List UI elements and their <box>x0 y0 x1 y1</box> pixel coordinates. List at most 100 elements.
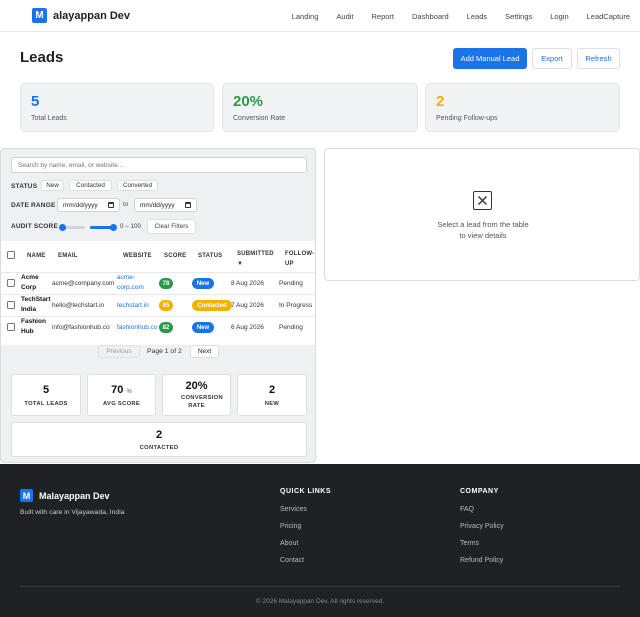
clear-filters-button[interactable]: Clear Filters <box>147 219 196 234</box>
column-header-status[interactable]: STATUS <box>198 253 222 259</box>
next-page-button[interactable]: Next <box>190 345 219 358</box>
followup-status: Pending <box>279 280 303 287</box>
status-chip-new[interactable]: New <box>41 180 64 191</box>
quick-links-heading: QUICK LINKS <box>280 488 331 495</box>
page-title: Leads <box>20 49 64 66</box>
stat-card-pending-followups: 2 Pending Follow-ups <box>425 83 620 132</box>
calendar-icon <box>108 202 114 208</box>
empty-state-message: Select a lead from the table to view det… <box>325 219 640 241</box>
lead-email: info@fashionhub.co <box>52 324 110 331</box>
status-filter-label: STATUS <box>11 183 38 190</box>
column-header-email[interactable]: EMAIL <box>58 253 78 259</box>
lead-website-link[interactable]: acme-corp.com <box>117 273 151 293</box>
logo-icon: M <box>32 8 47 23</box>
main-nav: Landing Audit Report Dashboard Leads Set… <box>274 12 630 21</box>
footer-link-services[interactable]: Services <box>280 506 307 513</box>
add-manual-lead-button[interactable]: Add Manual Lead <box>453 48 527 69</box>
date-to-input[interactable]: mm/dd/yyyy <box>134 198 197 212</box>
nav-audit[interactable]: Audit <box>336 12 353 21</box>
status-badge: New <box>192 278 214 289</box>
select-all-checkbox[interactable] <box>7 251 15 259</box>
previous-page-button[interactable]: Previous <box>98 345 140 358</box>
empty-state-line-2: to view details <box>459 231 507 240</box>
date-from-input[interactable]: mm/dd/yyyy <box>57 198 120 212</box>
audit-score-min-slider[interactable] <box>59 224 85 231</box>
nav-leads[interactable]: Leads <box>467 12 487 21</box>
summary-value: 20% <box>185 380 208 392</box>
lead-email: hello@techstart.in <box>52 302 105 309</box>
status-badge: New <box>192 322 214 333</box>
table-row[interactable]: TechStart India hello@techstart.in techs… <box>1 294 315 316</box>
refresh-button[interactable]: Refresh <box>577 48 620 69</box>
stat-label: Pending Follow-ups <box>436 115 498 122</box>
nav-leadcapture[interactable]: LeadCapture <box>587 12 630 21</box>
slider-thumb[interactable] <box>110 224 117 231</box>
table-row[interactable]: Fashion Hub info@fashionhub.co fashionhu… <box>1 316 315 338</box>
calendar-icon <box>185 202 191 208</box>
summary-label: TOTAL LEADS <box>24 401 68 407</box>
lead-website-link[interactable]: techstart.in <box>117 302 149 309</box>
lead-website-link[interactable]: fashionhub.co <box>117 324 157 331</box>
lead-name: Fashion Hub <box>21 318 46 335</box>
footer-link-privacy-policy[interactable]: Privacy Policy <box>460 523 504 530</box>
nav-dashboard[interactable]: Dashboard <box>412 12 449 21</box>
column-header-score[interactable]: SCORE <box>164 253 186 259</box>
logo-icon: M <box>20 489 33 502</box>
summary-label: CONTACTED <box>139 445 179 451</box>
audit-score-range: 0 – 100 <box>120 223 142 230</box>
leads-summary: 5 TOTAL LEADS 70 % AVG SCORE 20% CONVERS… <box>1 374 315 463</box>
summary-unit: % <box>126 389 132 395</box>
summary-value: 2 <box>268 384 276 396</box>
footer-link-faq[interactable]: FAQ <box>460 506 474 513</box>
column-header-followup[interactable]: FOLLOW-UP <box>285 249 314 269</box>
stat-card-conversion-rate: 20% Conversion Rate <box>222 83 418 132</box>
audit-score-max-slider[interactable] <box>90 224 117 231</box>
summary-label: AVG SCORE <box>102 401 141 407</box>
brand[interactable]: M alayappan Dev <box>32 8 130 23</box>
lead-detail-panel: Select a lead from the table to view det… <box>324 148 640 281</box>
footer-link-contact[interactable]: Contact <box>280 557 304 564</box>
column-header-name[interactable]: NAME <box>27 253 45 259</box>
summary-value: 5 <box>42 384 50 396</box>
footer-brand[interactable]: M Malayappan Dev <box>20 489 110 502</box>
footer-tagline: Built with care in Vijayawada, India <box>20 509 125 516</box>
lead-name: Acme Corp <box>21 274 39 291</box>
column-header-submitted[interactable]: SUBMITTED ▼ <box>237 249 277 269</box>
date-to-label: to <box>123 201 129 208</box>
status-badge: Contacted <box>192 300 232 311</box>
footer-link-pricing[interactable]: Pricing <box>280 523 301 530</box>
status-chip-converted[interactable]: Converted <box>117 180 158 191</box>
footer-link-refund-policy[interactable]: Refund Policy <box>460 557 503 564</box>
submitted-date: 6 Aug 2026 <box>231 324 264 331</box>
summary-card-conversion-rate: 20% CONVERSION RATE <box>162 374 231 416</box>
score-badge: 65 <box>159 300 173 311</box>
search-input[interactable] <box>11 157 307 173</box>
stat-value: 2 <box>436 93 445 110</box>
date-range-label: DATE RANGE <box>11 202 56 209</box>
row-checkbox[interactable] <box>7 323 15 331</box>
score-badge: 78 <box>159 278 173 289</box>
nav-settings[interactable]: Settings <box>505 12 532 21</box>
nav-report[interactable]: Report <box>372 12 395 21</box>
summary-value: 2 <box>155 429 163 441</box>
empty-state-line-1: Select a lead from the table <box>437 220 529 229</box>
stat-label: Total Leads <box>31 115 67 122</box>
table-row[interactable]: Acme Corp acme@company.com acme-corp.com… <box>1 272 315 294</box>
footer-link-about[interactable]: About <box>280 540 298 547</box>
summary-value: 70 <box>111 384 124 396</box>
page-indicator: Page 1 of 2 <box>147 348 182 355</box>
row-checkbox[interactable] <box>7 301 15 309</box>
row-checkbox[interactable] <box>7 279 15 287</box>
nav-landing[interactable]: Landing <box>292 12 319 21</box>
nav-login[interactable]: Login <box>550 12 568 21</box>
summary-label: NEW <box>264 401 280 407</box>
brand-name: alayappan Dev <box>53 9 131 22</box>
status-chip-contacted[interactable]: Contacted <box>69 180 112 191</box>
date-from-placeholder: mm/dd/yyyy <box>63 201 98 209</box>
stat-value: 20% <box>233 93 264 110</box>
column-header-website[interactable]: WEBSITE <box>123 253 152 259</box>
export-button[interactable]: Export <box>532 48 572 69</box>
summary-card-contacted: 2 CONTACTED <box>11 422 307 457</box>
footer-link-terms[interactable]: Terms <box>460 540 479 547</box>
slider-thumb[interactable] <box>59 224 66 231</box>
